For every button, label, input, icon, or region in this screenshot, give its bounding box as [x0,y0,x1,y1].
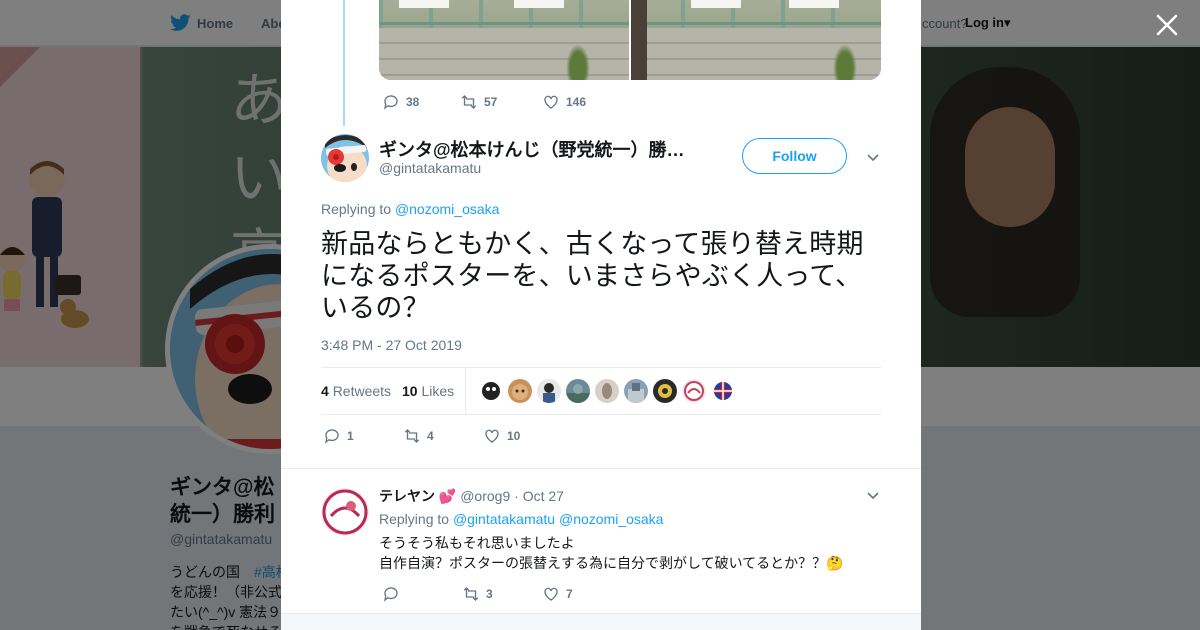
parent-tweet-actions: 38 57 146 [382,93,586,111]
replies-divider [281,468,921,469]
replying-to-context: Replying to @nozomi_osaka [321,201,499,217]
poster-remnant [514,0,564,8]
reply-date[interactable]: Oct 27 [523,488,564,504]
reply-icon [383,587,398,602]
reply-count: 1 [347,429,354,443]
parent-reply-count: 38 [406,95,420,109]
reply-icon [324,429,339,444]
liker-avatar[interactable] [537,379,561,403]
reply-text: そうそう私もそれ思いましたよ 自作自演？ポスターの張替えする為に自分で剥がして破… [379,533,844,573]
heart-icon [544,95,558,109]
poster-remnant [789,0,839,8]
reply-author-avatar-image [321,488,369,536]
liker-avatar[interactable] [711,379,735,403]
reply-author-name[interactable]: テレヤン [379,488,435,504]
parent-like-button[interactable]: 146 [542,93,586,111]
likes-stat-count: 10 [402,383,418,399]
reply-text-line-2: 自作自演？ポスターの張替えする為に自分で剥がして破いてるとか？？🤔 [379,555,844,571]
like-count: 10 [507,429,521,443]
retweet-icon [404,429,420,443]
poster-remnant [691,0,741,8]
heart-icon [544,587,558,601]
reply-retweet-count: 3 [486,587,493,601]
likes-stat-label: Likes [421,383,455,399]
likers-avatar-list [479,379,735,403]
reply-replying-to-user-2[interactable]: @nozomi_osaka [559,511,664,527]
reply-reply-button[interactable] [382,585,462,603]
stats-divider [465,368,466,415]
fence-pole [631,0,647,80]
reply-like-count: 7 [566,587,573,601]
weed [564,40,592,80]
replying-to-prefix: Replying to [321,201,395,217]
modal-footer-strip [281,613,921,630]
liker-avatar[interactable] [653,379,677,403]
chevron-down-icon[interactable] [866,150,880,164]
tweet-stats: 4 Retweets 10 Likes [321,367,881,415]
reply-dot: · [510,488,523,504]
retweet-button[interactable]: 4 [403,427,483,445]
retweets-stat[interactable]: 4 Retweets [321,383,391,399]
tweet-text: 新品ならともかく、古くなって張り替え時期になるポスターを、いまさらやぶく人って、… [321,229,864,323]
poster-remnant [399,0,449,8]
parent-tweet-photo-2[interactable] [631,0,881,80]
chevron-down-icon[interactable] [866,488,880,502]
conversation-thread-line [343,0,345,126]
parent-retweet-count: 57 [484,95,498,109]
liker-avatar[interactable] [479,379,503,403]
liker-avatar[interactable] [624,379,648,403]
parent-like-count: 146 [566,95,587,109]
reply-replying-to-user-1[interactable]: @gintatakamatu [453,511,555,527]
reply-author-handle[interactable]: @orog9 [460,488,510,504]
reply-replying-to-context: Replying to @gintatakamatu @nozomi_osaka [379,511,663,527]
retweet-icon [461,95,477,109]
parent-retweet-button[interactable]: 57 [460,93,542,111]
retweets-stat-count: 4 [321,383,329,399]
liker-avatar[interactable] [595,379,619,403]
liker-avatar[interactable] [508,379,532,403]
reply-icon [383,95,398,110]
close-icon[interactable] [1154,12,1180,38]
retweet-count: 4 [427,429,434,443]
tweet-permalink-modal: 38 57 146 ギンタ@松本けんじ（野党統一）勝… @gintatakama… [281,0,921,630]
retweets-stat-label: Retweets [332,383,392,399]
tweet-author-handle[interactable]: @gintatakamatu [379,160,481,176]
reply-author-avatar[interactable] [321,488,369,536]
parent-tweet-photo-1[interactable] [379,0,629,80]
reply-actions: 3 7 [382,585,573,603]
author-avatar-image [321,134,369,182]
reply-text-line-1: そうそう私もそれ思いましたよ [379,535,575,551]
tweet-actions: 1 4 10 [323,427,520,445]
heart-icon [485,429,499,443]
likes-stat[interactable]: 10 Likes [402,383,454,399]
reply-author-emoji: 💕 [438,488,457,504]
reply-replying-to-prefix: Replying to [379,511,453,527]
liker-avatar[interactable] [566,379,590,403]
parent-reply-button[interactable]: 38 [382,93,460,111]
liker-avatar[interactable] [682,379,706,403]
follow-button[interactable]: Follow [742,138,847,174]
author-avatar[interactable] [321,134,369,182]
reply-button[interactable]: 1 [323,427,403,445]
tweet-timestamp[interactable]: 3:48 PM - 27 Oct 2019 [321,337,462,353]
reply-retweet-button[interactable]: 3 [462,585,542,603]
parent-tweet-media[interactable] [379,0,881,80]
reply-author-line: テレヤン 💕 @orog9 · Oct 27 [379,486,564,506]
retweet-icon [463,587,479,601]
replying-to-user-link[interactable]: @nozomi_osaka [395,201,500,217]
like-button[interactable]: 10 [483,427,520,445]
tweet-author-name[interactable]: ギンタ@松本けんじ（野党統一）勝… [379,136,689,162]
weed [831,40,859,80]
reply-like-button[interactable]: 7 [542,585,573,603]
